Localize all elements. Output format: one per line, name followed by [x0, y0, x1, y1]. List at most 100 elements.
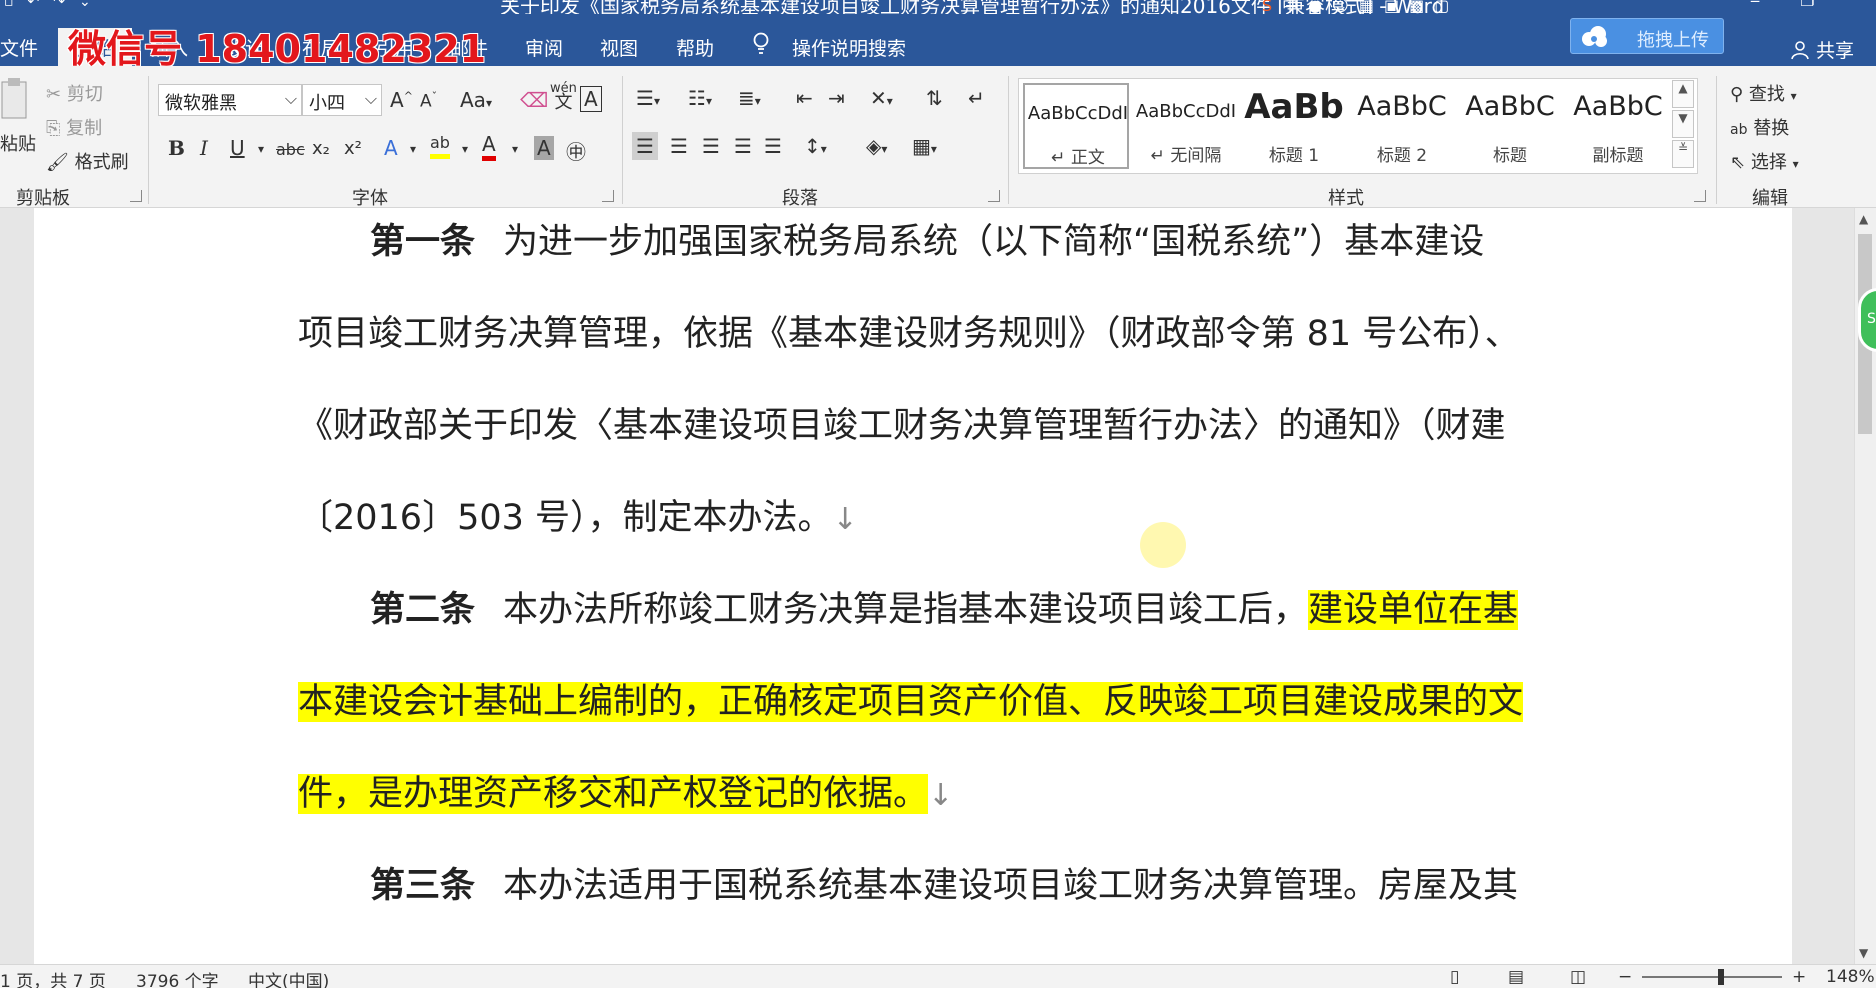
sogou-icon[interactable]: S — [1262, 0, 1282, 14]
phonetic-guide-button[interactable]: wén 文 — [550, 82, 577, 112]
window-controls[interactable]: ‒❐ — [1750, 0, 1855, 10]
show-marks-icon[interactable]: ↵ — [968, 86, 985, 110]
tab-view[interactable]: 视图 — [600, 34, 638, 61]
tab-file[interactable]: 文件 — [0, 34, 38, 61]
sort-icon[interactable]: ⇅ — [926, 86, 943, 110]
character-border-button[interactable]: A — [580, 86, 602, 112]
highlight-button[interactable]: ab — [430, 132, 450, 159]
shrink-font-button[interactable]: Aˇ — [420, 90, 437, 112]
shirt-icon[interactable]: ▣ — [1384, 0, 1409, 14]
floating-assistant-icon[interactable]: S — [1858, 288, 1876, 352]
share-button[interactable]: 共享 — [1790, 36, 1854, 63]
change-case-button[interactable]: Aa▾ — [460, 88, 492, 112]
numbering-icon[interactable]: ☷▾ — [688, 86, 712, 110]
shading-bucket-icon[interactable]: ◈▾ — [866, 134, 887, 158]
format-painter-button[interactable]: 🖌 格式刷 — [46, 148, 129, 174]
find-button[interactable]: ⚲ 查找 ▾ — [1730, 80, 1797, 106]
replace-button[interactable]: ab 替换 — [1730, 114, 1789, 140]
superscript-button[interactable]: x² — [344, 138, 362, 159]
smile-icon[interactable]: ☺ — [1332, 0, 1359, 14]
borders-icon[interactable]: ▦▾ — [912, 134, 937, 158]
bullets-icon[interactable]: ☰▾ — [636, 86, 660, 110]
strikethrough-button[interactable]: abc — [276, 140, 305, 159]
ime-icon[interactable]: 中 — [1282, 0, 1308, 14]
quick-access-toolbar[interactable]: ▫↶↷⌄ — [4, 0, 105, 10]
chinese-layout-icon[interactable]: ✕▾ — [870, 86, 893, 110]
language-indicator[interactable]: 中文(中国) — [248, 967, 329, 988]
zoom-out-button[interactable]: − — [1618, 967, 1632, 987]
decrease-indent-icon[interactable]: ⇤ — [796, 86, 813, 110]
italic-button[interactable]: I — [200, 136, 208, 160]
style-heading-1[interactable]: AaBb 标题 1 — [1241, 83, 1347, 169]
align-right-icon[interactable]: ☰ — [702, 134, 720, 158]
mic-icon[interactable]: ● — [1308, 0, 1332, 14]
zoom-slider-thumb[interactable] — [1718, 969, 1724, 985]
font-name-combo[interactable]: 微软雅黑 ⌵ — [158, 84, 302, 116]
chevron-down-icon[interactable]: ▾ — [462, 142, 468, 156]
article-1[interactable]: 第一条 为进一步加强国家税务局系统（以下简称“国税系统”）基本建设 项目竣工财务决… — [298, 196, 1528, 564]
style-title[interactable]: AaBbC 标题 — [1457, 83, 1563, 169]
upload-button[interactable]: 拖拽上传 — [1570, 18, 1724, 54]
underline-button[interactable]: U — [230, 136, 245, 160]
align-left-icon[interactable]: ☰ — [632, 132, 658, 160]
multilevel-list-icon[interactable]: ≣▾ — [738, 86, 761, 110]
enclose-char-icon[interactable]: ㊥ — [566, 136, 586, 165]
web-layout-icon[interactable]: ◫ — [1570, 967, 1586, 987]
line-spacing-icon[interactable]: ↕▾ — [804, 134, 827, 158]
minimize-icon[interactable]: ‒ — [1750, 0, 1800, 10]
page-count[interactable]: 1 页，共 7 页 — [0, 967, 106, 988]
restore-icon[interactable]: ❐ — [1800, 0, 1854, 10]
align-center-icon[interactable]: ☰ — [670, 134, 688, 158]
save-icon[interactable]: ▫ — [4, 0, 28, 10]
copy-button[interactable]: ⎘ 复制 — [46, 114, 102, 140]
select-button[interactable]: ⇖ 选择 ▾ — [1730, 148, 1799, 174]
scroll-up-icon[interactable]: ▲ — [1859, 212, 1868, 226]
clipboard-launcher-icon[interactable] — [130, 190, 142, 202]
style-subtitle[interactable]: AaBbC 副标题 — [1565, 83, 1671, 169]
paste-button[interactable]: 粘贴 — [0, 130, 36, 156]
text-effects-button[interactable]: A — [384, 136, 398, 160]
article-3[interactable]: 第三条 本办法适用于国税系统基本建设项目竣工财务决算管理。房屋及其 — [298, 840, 1528, 932]
mouse-cursor-highlight — [1140, 522, 1186, 568]
avatar[interactable]: ▢ — [1434, 0, 1459, 14]
undo-icon[interactable]: ↶ — [28, 0, 54, 10]
style-no-spacing[interactable]: AaBbCcDdI ↵ 无间隔 — [1133, 83, 1239, 169]
increase-indent-icon[interactable]: ⇥ — [828, 86, 845, 110]
zoom-level[interactable]: 148% — [1826, 967, 1875, 987]
zoom-slider[interactable] — [1642, 976, 1782, 978]
chevron-down-icon[interactable]: ▾ — [410, 142, 416, 156]
styles-scroll-down-icon[interactable]: ▼ — [1672, 110, 1694, 138]
style-heading-2[interactable]: AaBbC 标题 2 — [1349, 83, 1455, 169]
character-shading-button[interactable]: A — [534, 136, 554, 160]
chevron-down-icon[interactable]: ▾ — [512, 142, 518, 156]
scroll-down-icon[interactable]: ▼ — [1859, 946, 1868, 960]
chevron-down-icon[interactable]: ▾ — [258, 142, 264, 156]
zoom-in-button[interactable]: + — [1792, 967, 1806, 987]
bold-button[interactable]: B — [168, 136, 185, 160]
styles-launcher-icon[interactable] — [1694, 190, 1706, 202]
grid-icon[interactable]: ▩ — [1409, 0, 1434, 14]
paste-icon[interactable] — [0, 76, 30, 124]
read-mode-icon[interactable]: ▯ — [1450, 967, 1459, 987]
justify-icon[interactable]: ☰ — [734, 134, 752, 158]
keyboard-icon[interactable]: ▦ — [1359, 0, 1384, 14]
style-normal[interactable]: AaBbCcDdI ↵ 正文 — [1023, 83, 1129, 169]
article-2[interactable]: 第二条 本办法所称竣工财务决算是指基本建设项目竣工后，建设单位在基 本建设会计基础… — [298, 564, 1528, 840]
customize-icon[interactable]: ⌄ — [79, 0, 105, 10]
styles-more-icon[interactable]: ≚ — [1672, 140, 1694, 168]
clear-format-icon[interactable]: ⌫ — [520, 88, 548, 112]
subscript-button[interactable]: x₂ — [312, 138, 330, 159]
word-count[interactable]: 3796 个字 — [136, 967, 219, 988]
tab-help[interactable]: 帮助 — [676, 34, 714, 61]
distributed-icon[interactable]: ☰ — [764, 134, 782, 158]
grow-font-button[interactable]: A^ — [390, 88, 413, 112]
font-size-combo[interactable]: 小四 ⌵ — [302, 84, 382, 116]
tell-me-search[interactable]: 操作说明搜索 — [792, 34, 906, 61]
tab-review[interactable]: 审阅 — [525, 34, 563, 61]
styles-scroll-up-icon[interactable]: ▲ — [1672, 80, 1694, 108]
cut-button[interactable]: ✂ 剪切 — [46, 80, 103, 106]
print-layout-icon[interactable]: ▤ — [1508, 967, 1524, 987]
system-tray-icons[interactable]: S中●☺▦▣▩▢ — [1262, 0, 1459, 14]
font-color-button[interactable]: A — [482, 132, 496, 161]
redo-icon[interactable]: ↷ — [53, 0, 79, 10]
